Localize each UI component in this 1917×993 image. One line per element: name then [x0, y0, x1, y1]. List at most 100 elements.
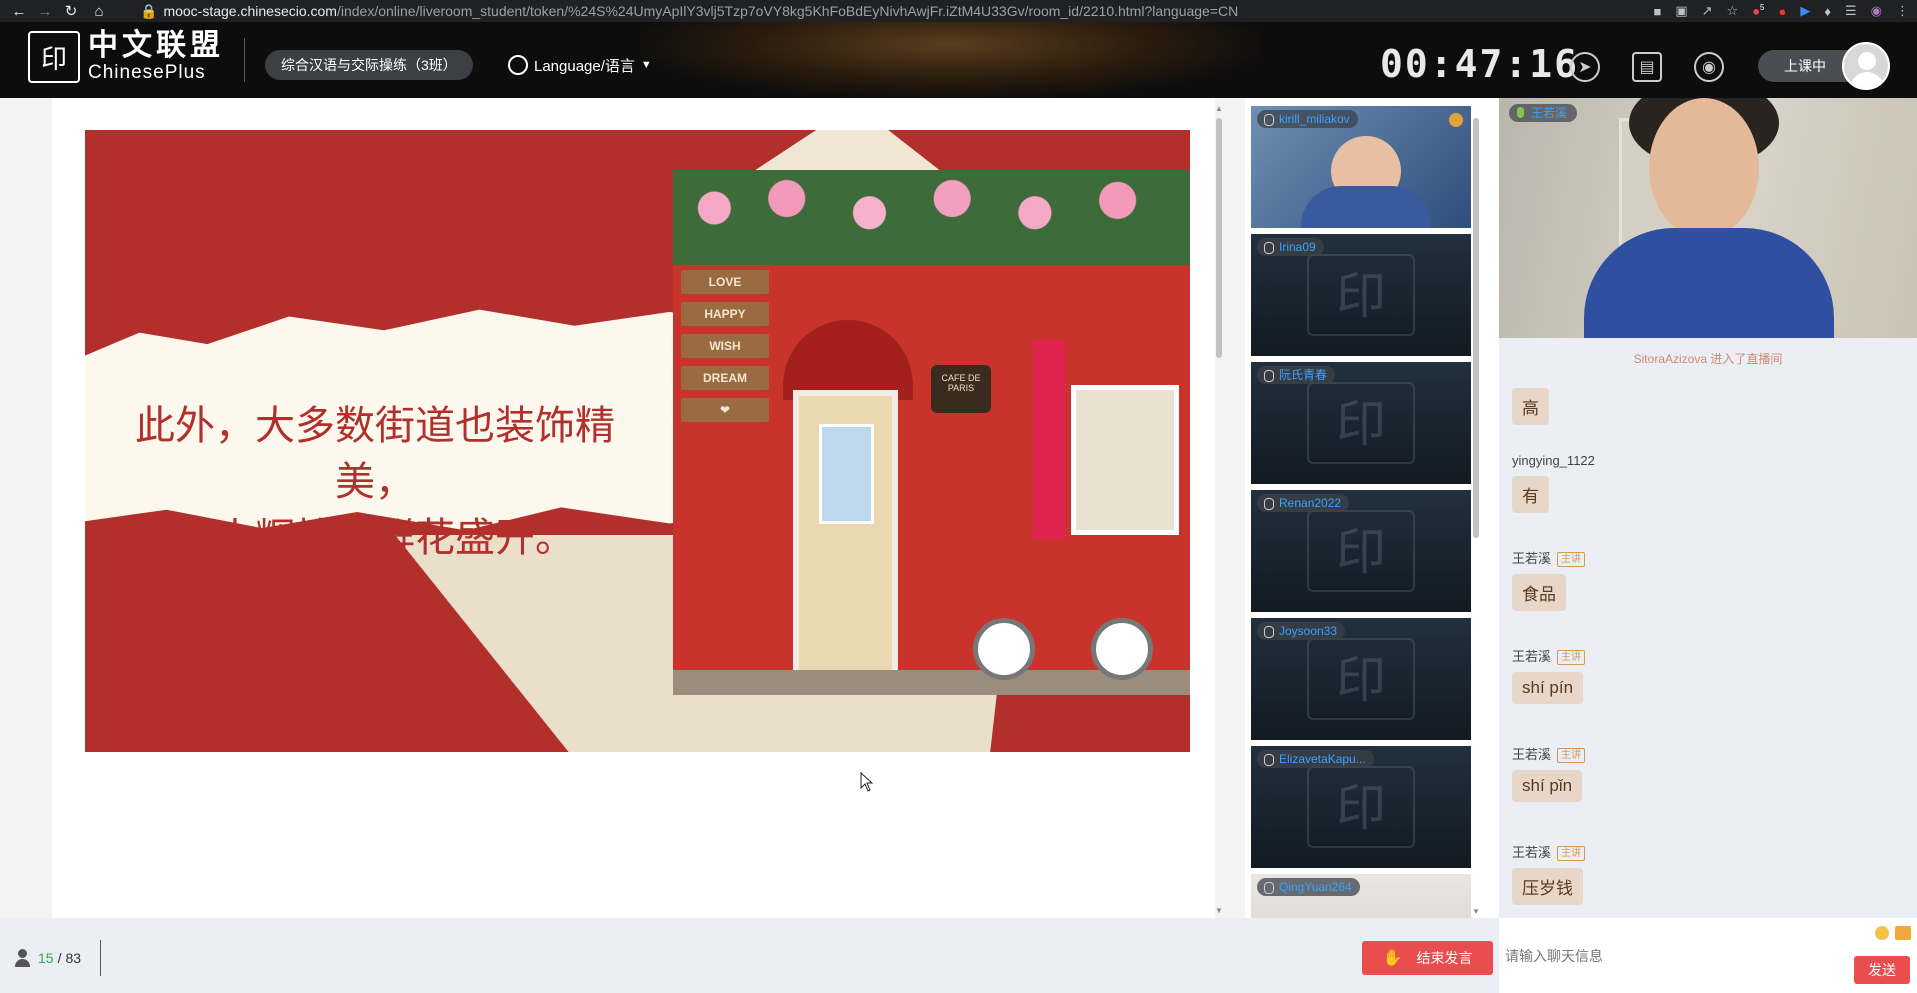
- chat-username: yingying_1122: [1512, 453, 1595, 468]
- emoji-icon[interactable]: [1875, 926, 1889, 940]
- chat-input-bar: 发送: [1499, 918, 1917, 993]
- profile-icon[interactable]: ◉: [1871, 3, 1882, 19]
- participant-tile[interactable]: QingYuan264: [1251, 874, 1471, 918]
- mouse-cursor-icon: [860, 772, 874, 792]
- monitor-icon[interactable]: ▤: [1632, 52, 1662, 82]
- bottom-bar: 15 / 83 ✋ 结束发言: [0, 918, 1499, 993]
- participant-name: kirill_miliakov: [1257, 110, 1358, 128]
- chevron-down-icon: ▼: [640, 59, 652, 71]
- slide-scrollbar[interactable]: ▲ ▼: [1214, 104, 1224, 916]
- scroll-down-icon[interactable]: ▼: [1471, 907, 1481, 916]
- globe-icon: [508, 55, 528, 75]
- participant-tile[interactable]: 印 Joysoon33: [1251, 618, 1471, 740]
- right-panel: 王若溪 SitoraAzizova 进入了直播间 高 yingying_1122…: [1499, 98, 1917, 918]
- sign-happy: HAPPY: [681, 302, 769, 326]
- participant-count[interactable]: 15 / 83: [14, 948, 81, 968]
- browser-extension-icons: ■ ▣ ↗ ☆ ●5 ● ▶ ♦ ☰ ◉ ⋮: [1653, 0, 1909, 22]
- logo-cn-text: 中文联盟: [88, 28, 224, 63]
- avatar[interactable]: [1842, 42, 1890, 90]
- chat-user: 王若溪 主讲: [1512, 550, 1586, 568]
- participant-scroll-thumb[interactable]: [1473, 118, 1479, 538]
- extension-red-icon[interactable]: ●: [1779, 4, 1787, 19]
- chat-scrollbar[interactable]: [1907, 470, 1917, 918]
- rose-garland: [673, 170, 1190, 265]
- translate-icon[interactable]: ▣: [1675, 3, 1687, 19]
- address-bar[interactable]: 🔒 mooc-stage.chinesecio.com/index/online/…: [140, 0, 1238, 22]
- lock-icon: 🔒: [140, 3, 158, 19]
- host-badge: 主讲: [1557, 845, 1586, 861]
- reload-icon[interactable]: ↻: [58, 0, 84, 22]
- participant-name: ElizavetaKapu...: [1257, 750, 1374, 768]
- end-speak-button[interactable]: ✋ 结束发言: [1362, 941, 1493, 975]
- extension-badge-icon[interactable]: ●5: [1752, 3, 1764, 18]
- slide: 此外，大多数街道也装饰精美， 灯火辉煌，鲜花盛开。 LOVE HAPPY WIS…: [85, 130, 1190, 752]
- slide-scroll-thumb[interactable]: [1216, 118, 1222, 358]
- menu-dots-icon[interactable]: ⋮: [1896, 3, 1909, 19]
- share-icon[interactable]: ↗: [1702, 3, 1713, 19]
- chat-message: 王若溪 主讲 压岁钱: [1512, 844, 1586, 905]
- award-icon[interactable]: [1449, 113, 1463, 127]
- chat-bubble: shí pǐn: [1512, 770, 1583, 802]
- language-label: Language/语言: [534, 57, 635, 75]
- cafe-plaque: CAFE DE PARIS: [931, 365, 991, 413]
- participant-tile[interactable]: 印 ElizavetaKapu...: [1251, 746, 1471, 868]
- slide-text: 此外，大多数街道也装饰精美， 灯火辉煌，鲜花盛开。: [105, 398, 645, 566]
- extension-blue-icon[interactable]: ▶: [1800, 3, 1810, 19]
- sign-heart-icon: ❤: [681, 398, 769, 422]
- total-count: 83: [65, 950, 82, 966]
- chat-input[interactable]: [1505, 936, 1825, 976]
- bicycle: [973, 590, 1163, 680]
- logo-en-text: ChinesePlus: [88, 62, 206, 83]
- participant-scrollbar[interactable]: ▼: [1471, 104, 1481, 916]
- language-selector[interactable]: Language/语言 ▼: [508, 52, 652, 78]
- image-icon[interactable]: [1895, 926, 1911, 940]
- users-icon: [14, 948, 34, 968]
- scroll-up-icon[interactable]: ▲: [1214, 104, 1224, 114]
- forward-icon[interactable]: →: [32, 0, 58, 22]
- watermark-seal-icon: 印: [1307, 766, 1415, 848]
- wooden-signs: LOVE HAPPY WISH DREAM ❤: [681, 270, 769, 430]
- bottom-divider: [100, 940, 101, 976]
- chat-username: 王若溪: [1512, 551, 1552, 566]
- record-icon[interactable]: ◉: [1694, 52, 1724, 82]
- logo: 印 中文联盟 ChinesePlus: [28, 30, 224, 84]
- chat-message: 王若溪 主讲 shí pín: [1512, 648, 1586, 704]
- participant-tile[interactable]: 印 Irina09: [1251, 234, 1471, 356]
- url-host: mooc-stage.chinesecio.com: [163, 3, 337, 19]
- count-separator: /: [57, 950, 62, 966]
- participant-tile[interactable]: kirill_miliakov: [1251, 106, 1471, 228]
- host-badge: 主讲: [1557, 649, 1586, 665]
- window-shutter: [1033, 340, 1065, 540]
- chat-bubble: 高: [1512, 388, 1549, 425]
- online-count: 15: [38, 950, 54, 966]
- sign-dream: DREAM: [681, 366, 769, 390]
- door-arch: [783, 320, 913, 400]
- participant-name: QingYuan264: [1257, 878, 1360, 896]
- compass-icon[interactable]: ➤: [1570, 52, 1600, 82]
- puzzle-icon[interactable]: ♦: [1824, 4, 1831, 19]
- watermark-seal-icon: 印: [1307, 638, 1415, 720]
- header-ornament: [640, 22, 1260, 98]
- scroll-down-icon[interactable]: ▼: [1214, 906, 1224, 916]
- class-timer: 00:47:16: [1380, 42, 1580, 86]
- app-header: 印 中文联盟 ChinesePlus 综合汉语与交际操练（3班） Languag…: [0, 22, 1917, 98]
- participant-tile[interactable]: 印 Renan2022: [1251, 490, 1471, 612]
- watermark-seal-icon: 印: [1307, 254, 1415, 336]
- send-button[interactable]: 发送: [1854, 956, 1910, 984]
- chat-message: 高: [1512, 382, 1549, 425]
- back-icon[interactable]: ←: [6, 0, 32, 22]
- teacher-name-tag: 王若溪: [1509, 104, 1578, 122]
- chat-user: 王若溪 主讲: [1512, 746, 1586, 764]
- host-badge: 主讲: [1557, 747, 1586, 763]
- bookmark-star-icon[interactable]: ☆: [1727, 3, 1739, 19]
- header-divider: [244, 38, 245, 82]
- camera-icon[interactable]: ■: [1653, 4, 1661, 19]
- browser-toolbar: ← → ↻ ⌂ 🔒 mooc-stage.chinesecio.com/index…: [0, 0, 1917, 22]
- chat-message: yingying_1122 有: [1512, 452, 1595, 513]
- home-icon[interactable]: ⌂: [86, 0, 112, 22]
- hand-icon: ✋: [1382, 950, 1403, 967]
- chat-username: 王若溪: [1512, 845, 1552, 860]
- reading-list-icon[interactable]: ☰: [1845, 3, 1857, 19]
- participant-name: Renan2022: [1257, 494, 1350, 512]
- participant-tile[interactable]: 印阮氏青春: [1251, 362, 1471, 484]
